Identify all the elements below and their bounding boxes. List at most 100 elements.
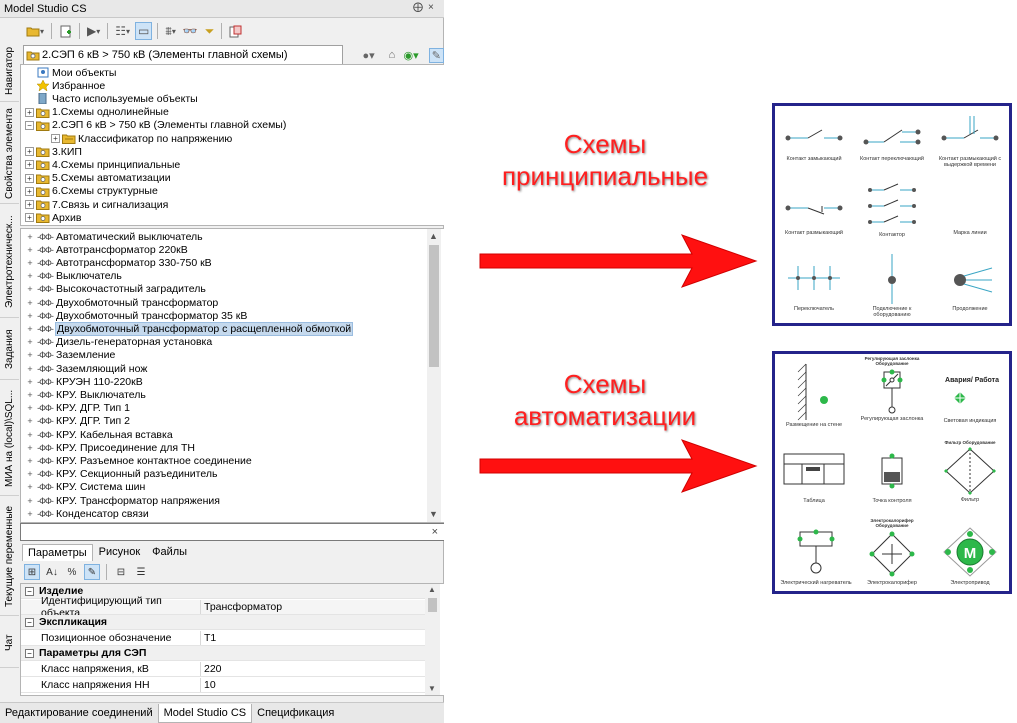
list-item[interactable]: + -ФФ- КРУ. ДГР. Тип 2 xyxy=(21,415,131,428)
filter-button[interactable]: ⩩ ▾ xyxy=(163,22,177,40)
collapse-icon[interactable]: − xyxy=(25,586,34,596)
expand-icon[interactable]: + xyxy=(25,456,35,466)
tree-item[interactable]: +7.Связь и сигнализация xyxy=(25,198,168,211)
property-row[interactable]: Идентифицирующий тип объекта Трансформато… xyxy=(21,595,425,619)
pin-icon[interactable]: ⨁ xyxy=(413,2,423,13)
breadcrumb[interactable]: 2.СЭП 6 кВ > 750 кВ (Элементы главной сх… xyxy=(23,45,343,65)
expand-icon[interactable]: + xyxy=(25,298,35,308)
categorized-icon[interactable]: ⊞ xyxy=(24,564,40,580)
side-tab-variables[interactable]: Текущие переменные xyxy=(0,498,19,616)
scroll-thumb[interactable] xyxy=(428,598,437,612)
funnel-button[interactable]: ⏷ xyxy=(203,22,217,40)
property-row[interactable]: Класс напряжения, кВ 220 xyxy=(21,662,425,677)
expand-icon[interactable]: + xyxy=(25,377,35,387)
list-item[interactable]: + -ФФ- Двухобмоточный трансформатор 35 кВ xyxy=(21,309,248,322)
list-item[interactable]: + -ФФ- Дизель-генераторная установка xyxy=(21,336,213,349)
expand-icon[interactable]: + xyxy=(25,232,35,242)
expand-icon[interactable]: + xyxy=(25,311,35,321)
side-tab-tasks[interactable]: Задания xyxy=(0,320,19,380)
close-icon[interactable]: × xyxy=(428,2,434,13)
collapse-icon[interactable]: − xyxy=(25,120,34,130)
expand-icon[interactable]: + xyxy=(25,271,35,281)
expand-icon[interactable]: + xyxy=(25,107,34,117)
property-scrollbar[interactable]: ▲ ▼ xyxy=(425,584,440,695)
expand-icon[interactable]: + xyxy=(25,430,35,440)
expand-icon[interactable]: + xyxy=(25,324,35,334)
tree-item[interactable]: +1.Схемы однолинейные xyxy=(25,106,169,119)
list-item[interactable]: + -ФФ- КРУ. Кабельная вставка xyxy=(21,428,174,441)
expand-icon[interactable]: + xyxy=(25,245,35,255)
list-item[interactable]: + -ФФ- Высокочастотный заградитель xyxy=(21,283,207,296)
side-tab-chat[interactable]: Чат xyxy=(0,618,19,668)
list-item[interactable]: + -ФФ- Заземление xyxy=(21,349,116,362)
property-row[interactable]: Класс напряжения НН 10 xyxy=(21,677,425,693)
grid-icon[interactable]: ⊟ xyxy=(113,564,129,580)
tree-item[interactable]: Часто используемые объекты xyxy=(25,92,198,105)
record-icon[interactable]: ●▾ xyxy=(361,49,376,62)
expand-icon[interactable]: + xyxy=(25,200,34,209)
export-button[interactable] xyxy=(227,22,244,40)
scroll-up-icon[interactable]: ▲ xyxy=(429,231,438,241)
scroll-down-icon[interactable]: ▼ xyxy=(429,509,438,519)
expand-icon[interactable]: + xyxy=(25,496,35,506)
list-item[interactable]: + -ФФ- КРУ. Выключатель xyxy=(21,388,147,401)
expand-icon[interactable]: + xyxy=(25,482,35,492)
expand-icon[interactable]: + xyxy=(25,337,35,347)
edit-icon[interactable]: ✎ xyxy=(84,564,100,580)
expand-icon[interactable]: + xyxy=(25,390,35,400)
home-icon[interactable]: ⌂ xyxy=(384,49,399,61)
property-value[interactable]: Трансформатор xyxy=(201,601,282,613)
list-view-button[interactable]: ▭ xyxy=(135,22,153,40)
property-value[interactable]: 10 xyxy=(201,679,216,691)
tree-item[interactable]: +6.Схемы структурные xyxy=(25,185,158,198)
expand-icon[interactable]: + xyxy=(25,443,35,453)
scroll-down-icon[interactable]: ▼ xyxy=(428,684,436,693)
property-value[interactable]: 220 xyxy=(201,663,222,675)
add-button[interactable] xyxy=(57,22,74,40)
property-category[interactable]: − Экспликация xyxy=(21,615,425,631)
tree-item[interactable]: Мои объекты xyxy=(25,66,116,79)
settings-icon[interactable]: ✎ xyxy=(428,47,444,63)
property-row[interactable]: Позиционное обозначение T1 xyxy=(21,630,425,646)
expand-icon[interactable]: + xyxy=(51,134,60,143)
tab-parameters[interactable]: Параметры xyxy=(22,544,93,561)
expand-icon[interactable]: + xyxy=(25,213,34,223)
collapse-icon[interactable]: − xyxy=(25,648,34,658)
side-tab-sql[interactable]: МИА на (local)\SQL... xyxy=(0,382,19,496)
list-item[interactable]: + -ФФ- Конденсатор связи xyxy=(21,507,150,520)
expand-icon[interactable]: + xyxy=(25,509,35,519)
tab-drawing[interactable]: Рисунок xyxy=(93,543,147,561)
tab-connection-editing[interactable]: Редактирование соединений xyxy=(0,704,158,723)
list-item[interactable]: + -ФФ- Выключатель xyxy=(21,270,123,283)
tree-view-button[interactable]: ☷ ▾ xyxy=(113,22,132,40)
tree-item[interactable]: +4.Схемы принципиальные xyxy=(25,158,180,171)
expand-icon[interactable]: + xyxy=(25,364,35,374)
list-item[interactable]: + -ФФ- Двухобмоточный трансформатор с расщ… xyxy=(21,321,354,336)
tab-model-studio[interactable]: Model Studio CS xyxy=(157,703,253,723)
list-item[interactable]: + -ФФ- КРУ. ДГР. Тип 1 xyxy=(21,402,131,415)
sort-alpha-icon[interactable]: A↓ xyxy=(44,564,60,580)
side-tab-electrotechnical[interactable]: Электротехническ... xyxy=(0,206,19,318)
list-item[interactable]: + -ФФ- Двухобмоточный трансформатор xyxy=(21,296,219,309)
expand-icon[interactable]: + xyxy=(25,173,34,183)
search-input[interactable]: × xyxy=(20,523,444,541)
expand-icon[interactable]: + xyxy=(25,284,35,294)
tree-item[interactable]: +5.Схемы автоматизации xyxy=(25,172,171,185)
scroll-thumb[interactable] xyxy=(429,245,439,367)
scroll-up-icon[interactable]: ▲ xyxy=(428,585,436,594)
list-item[interactable]: + -ФФ- Автотрансформатор 220кВ xyxy=(21,243,189,256)
property-category[interactable]: − Параметры для СЭП xyxy=(21,646,425,662)
expand-icon[interactable]: + xyxy=(25,416,35,426)
tree-item[interactable]: +3.КИП xyxy=(25,145,82,158)
tree-item[interactable]: + Архив xyxy=(25,211,81,224)
properties-icon[interactable]: ☰ xyxy=(133,564,149,580)
list-scrollbar[interactable]: ▲ ▼ xyxy=(427,229,441,522)
expand-icon[interactable]: + xyxy=(25,469,35,479)
play-button[interactable]: ▶ ▾ xyxy=(85,22,102,40)
list-item[interactable]: + -ФФ- Автоматический выключатель xyxy=(21,230,204,243)
refresh-icon[interactable]: ◉▾ xyxy=(403,49,418,62)
list-item[interactable]: + -ФФ- Заземляющий нож xyxy=(21,362,148,375)
tree-item[interactable]: + Классификатор по напряжению xyxy=(51,132,232,145)
property-value[interactable]: T1 xyxy=(201,632,216,644)
list-item[interactable]: + -ФФ- КРУЭН 110-220кВ xyxy=(21,375,144,388)
